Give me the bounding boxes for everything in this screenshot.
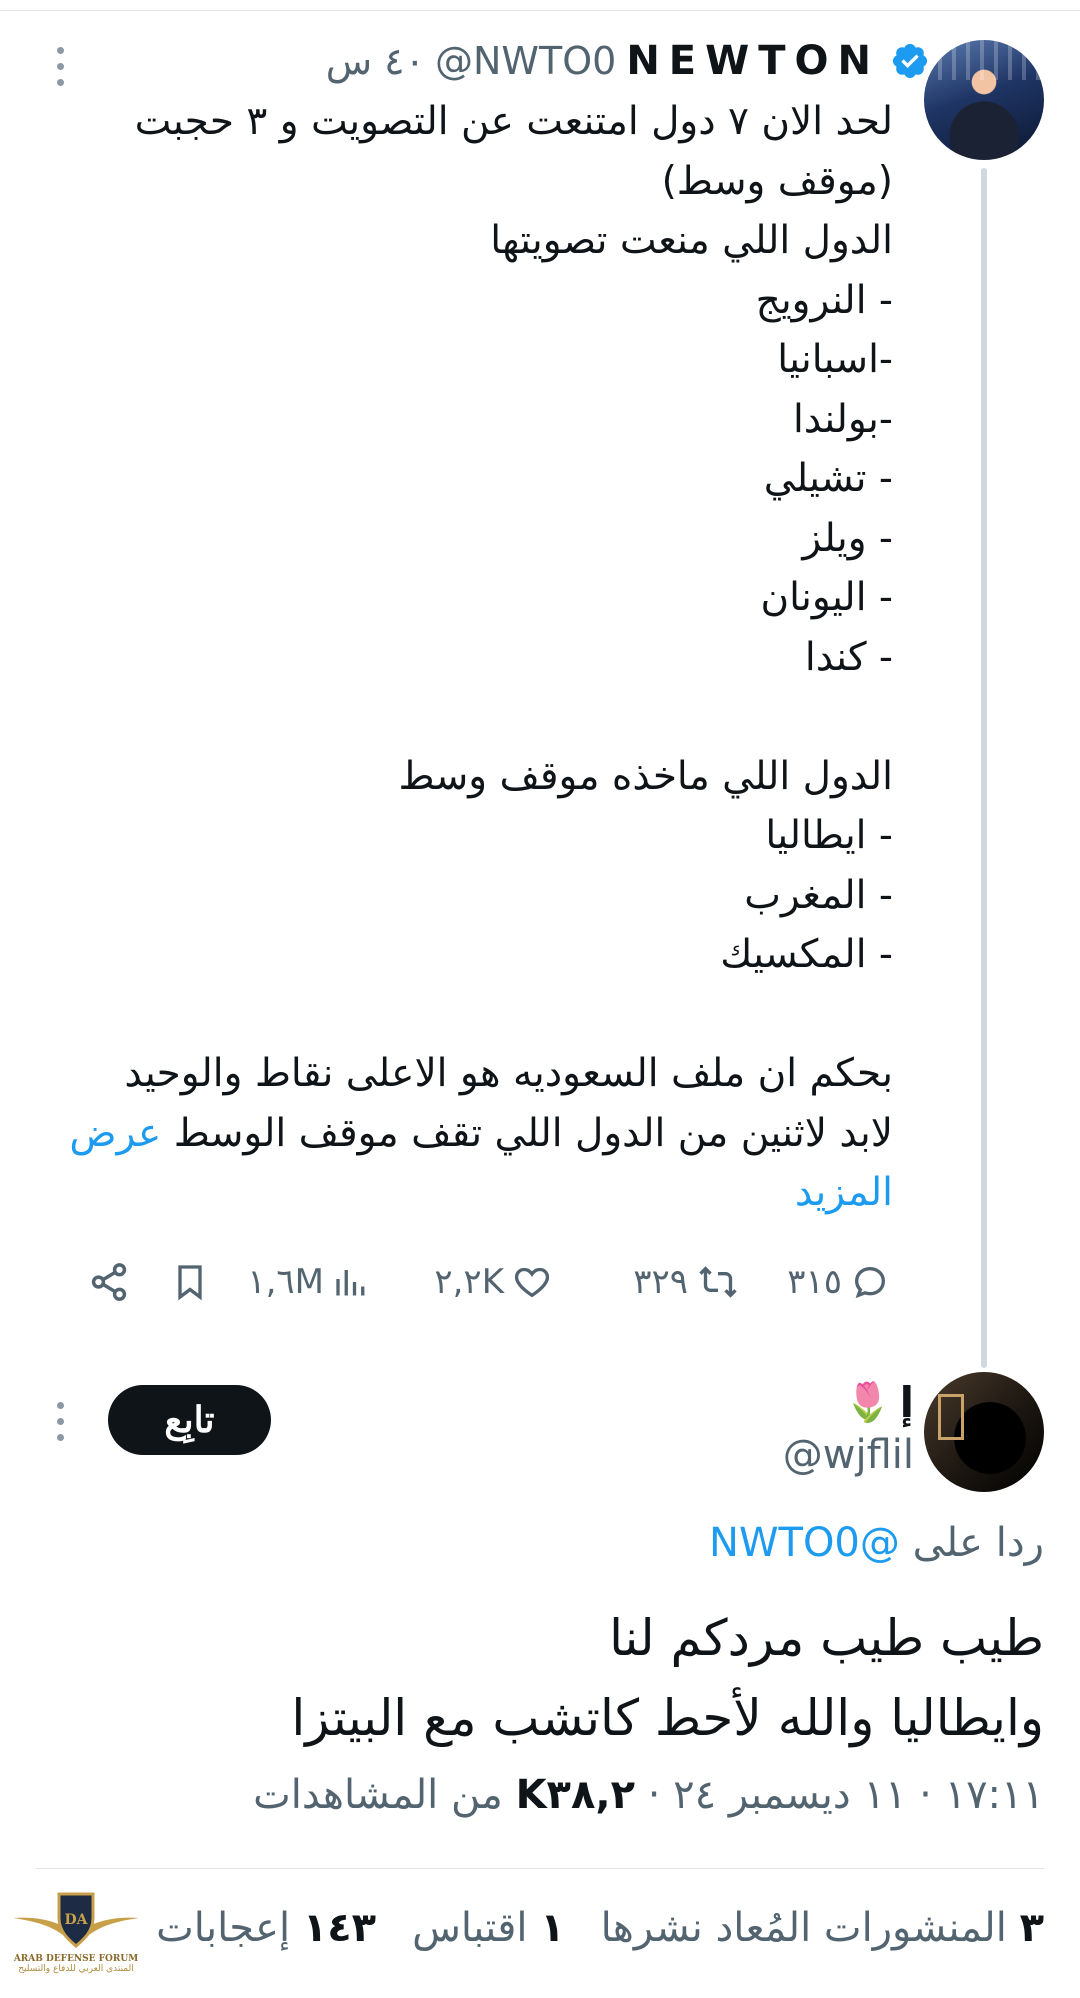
author-avatar[interactable] [924, 40, 1044, 160]
thread-connector [981, 168, 987, 1368]
reply-author-avatar[interactable] [924, 1372, 1044, 1492]
like-button[interactable]: ٢,٢K [434, 1250, 552, 1314]
replying-to-handle[interactable]: @NWTO0 [709, 1520, 900, 1566]
quotes-stat[interactable]: ١ اقتباس [412, 1905, 565, 1951]
author-handle[interactable]: @NWTO0 [435, 39, 616, 83]
stats-divider [36, 1868, 1044, 1869]
verified-badge-icon [892, 43, 928, 79]
reposts-stat-label: المنشورات المُعاد نشرها [600, 1905, 1007, 1951]
repost-count: ٣٢٩ [633, 1262, 688, 1302]
more-vertical-icon[interactable] [55, 47, 65, 86]
tweet-text-line: - ويلز [802, 515, 893, 561]
reply-views-count: K٣٨,٢ [515, 1772, 635, 1818]
reply-views-label: من المشاهدات [253, 1772, 516, 1818]
views-button[interactable]: ١,٦M [247, 1250, 368, 1314]
reply-stats: ٣ المنشورات المُعاد نشرها ١ اقتباس ١٤٣ إ… [156, 1905, 1044, 1951]
likes-stat-label: إعجابات [156, 1905, 291, 1951]
tulip-emoji-icon: 🌷 [844, 1380, 892, 1424]
forum-watermark-logo: DA ARAB DEFENSE FORUM المنتدى العربي للد… [6, 1888, 146, 1992]
quotes-stat-label: اقتباس [412, 1905, 528, 1951]
tweet-text-line: - المغرب [744, 872, 893, 918]
replying-to-label: ردا على [912, 1520, 1044, 1566]
reply-metadata: ١٧:١١ · ١١ ديسمبر ٢٤ · K٣٨,٢ من المشاهدا… [253, 1772, 1044, 1818]
reposts-stat-count: ٣ [1019, 1905, 1044, 1951]
svg-text:DA: DA [64, 1912, 88, 1928]
tweet-text-line: الدول اللي منعت تصويتها [490, 218, 893, 263]
likes-stat[interactable]: ١٤٣ إعجابات [156, 1905, 376, 1951]
reply-author-name-text: إ [899, 1378, 914, 1427]
tweet-time[interactable]: ٤٠ س [326, 39, 425, 83]
tweet-text-line: - ايطاليا [765, 813, 893, 858]
watermark-subtitle: المنتدى العربي للدفاع والتسليح [18, 1964, 134, 1974]
quotes-stat-count: ١ [540, 1905, 565, 1951]
reply-author-handle[interactable]: @wjflil [783, 1432, 914, 1478]
share-button[interactable] [88, 1250, 130, 1314]
tweet-text-line [53, 985, 893, 1045]
tweet-header: NEWTON @NWTO0 ٤٠ س [326, 36, 930, 86]
more-vertical-icon[interactable] [55, 1402, 65, 1441]
tweet-text-line: -بولندا [792, 396, 893, 442]
reply-button[interactable]: ٣١٥ [787, 1250, 890, 1314]
tweet-text-line: لابد لاثنين من الدول اللي تقف موقف الوسط… [53, 1104, 893, 1164]
share-icon [91, 1263, 127, 1301]
reply-text-line: وايطاليا والله لأحط كاتشب مع البيتزا [291, 1689, 1044, 1747]
reply-datetime[interactable]: ١٧:١١ · ١١ ديسمبر ٢٤ · [635, 1772, 1044, 1818]
likes-stat-count: ١٤٣ [302, 1905, 377, 1951]
reply-author-name[interactable]: إ 🌷 [844, 1378, 914, 1427]
follow-button[interactable]: تابِع [108, 1385, 271, 1455]
tweet-text: لحد الان ٧ دول امتنعت عن التصويت و ٣ حجب… [53, 92, 893, 1223]
tweet-text-line-part: لابد لاثنين من الدول اللي تقف موقف الوسط [173, 1110, 893, 1156]
tweet-text-line: لحد الان ٧ دول امتنعت عن التصويت و ٣ حجب… [134, 99, 893, 144]
reply-text: طيب طيب مردكم لنا وايطاليا والله لأحط كا… [291, 1598, 1044, 1758]
repost-icon [699, 1266, 737, 1298]
tweet-text-line: -اسبانيا [777, 337, 893, 382]
tweet-text-line [53, 687, 893, 747]
tweet-text-line: الدول اللي ماخذه موقف وسط [398, 753, 893, 799]
eagle-emblem-icon: DA [13, 1892, 139, 1948]
tweet-text-line: - تشيلي [763, 456, 893, 501]
tweet-actions: ٣١٥ ٣٢٩ ٢,٢K ١,٦M [50, 1250, 890, 1314]
tweet-text-line: - المكسيك [720, 932, 893, 977]
views-icon [336, 1270, 365, 1296]
tweet-text-line: - كندا [804, 634, 893, 680]
reposts-stat[interactable]: ٣ المنشورات المُعاد نشرها [601, 1905, 1044, 1951]
repost-button[interactable]: ٣٢٩ [633, 1250, 740, 1314]
reply-count: ٣١٥ [787, 1262, 842, 1302]
bookmark-icon [178, 1265, 202, 1301]
tweet-text-line: (موقف وسط) [661, 158, 893, 204]
like-count: ٢,٢K [434, 1262, 504, 1302]
tweet-text-line: بحكم ان ملف السعوديه هو الاعلى نقاط والو… [124, 1051, 893, 1096]
reply-icon [854, 1266, 886, 1299]
views-count: ١,٦M [247, 1262, 324, 1302]
tweet-text-line: - اليونان [760, 575, 893, 620]
bookmark-button[interactable] [170, 1250, 210, 1314]
show-more-link-cont[interactable]: المزيد [53, 1163, 893, 1223]
author-display-name[interactable]: NEWTON [626, 38, 880, 84]
watermark-title: ARAB DEFENSE FORUM [13, 1954, 139, 1964]
show-more-link[interactable]: عرض [69, 1111, 161, 1156]
replying-to: ردا على @NWTO0 [709, 1520, 1044, 1566]
like-icon [514, 1267, 550, 1298]
top-divider [0, 10, 1080, 11]
tweet-text-line: - النرويج [755, 277, 893, 323]
reply-text-line: طيب طيب مردكم لنا [609, 1609, 1044, 1667]
